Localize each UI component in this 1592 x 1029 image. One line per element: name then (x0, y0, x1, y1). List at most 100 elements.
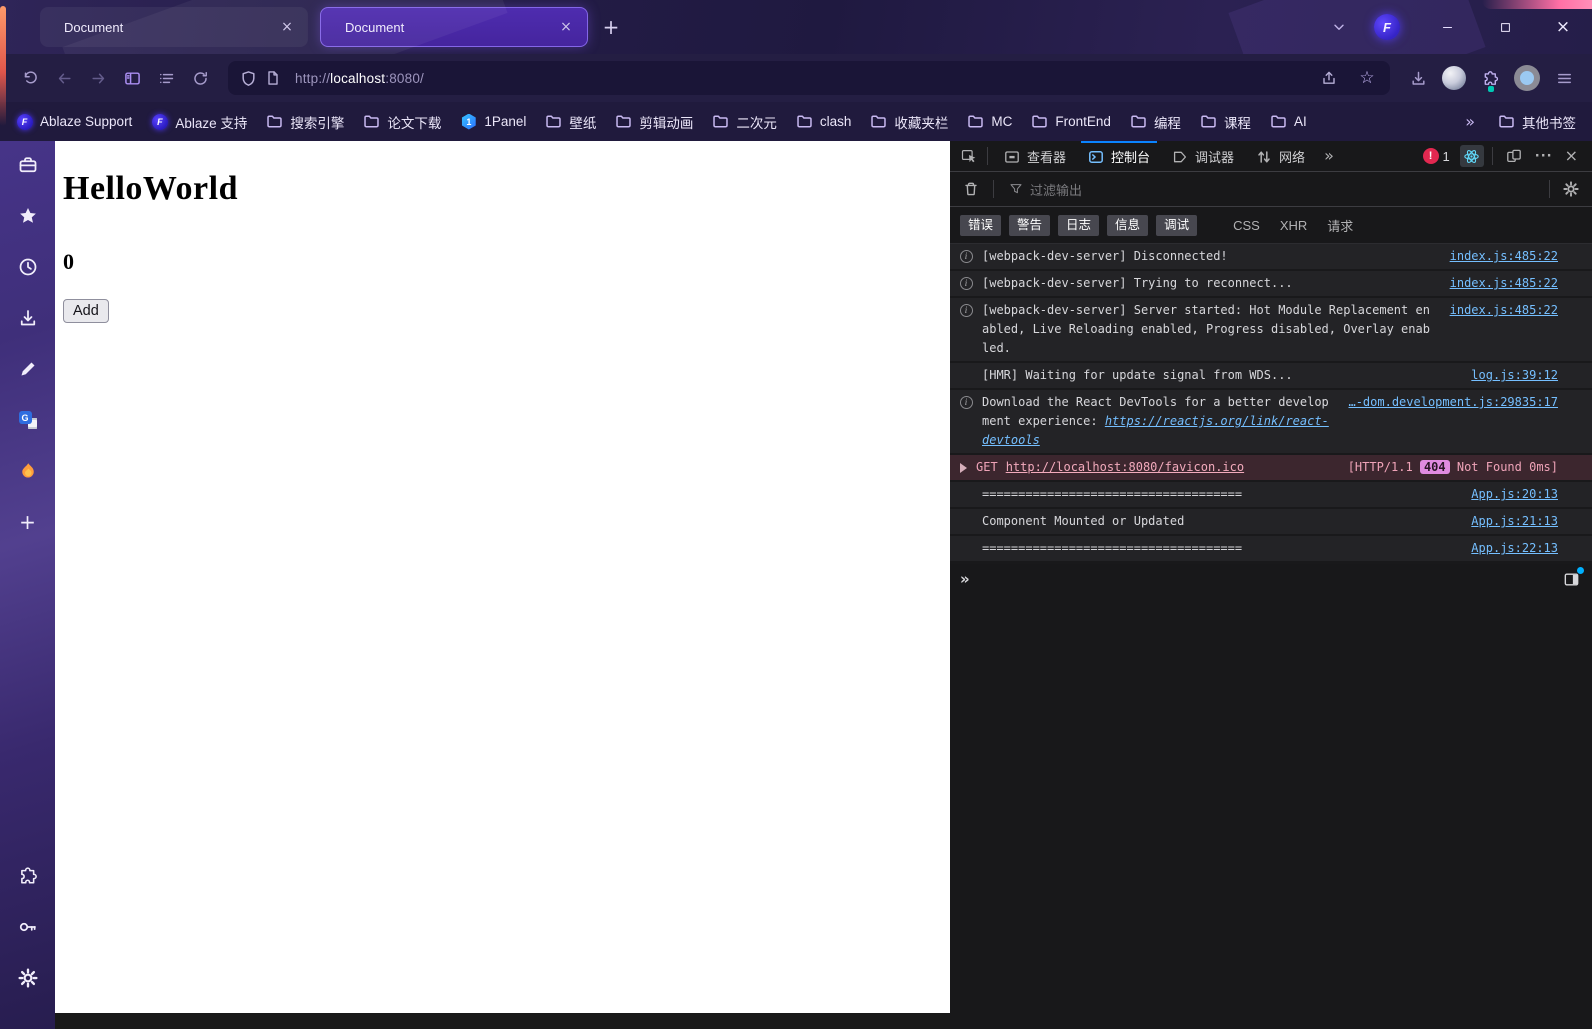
source-location-link[interactable]: index.js:485:22 (1450, 301, 1558, 320)
tab-close-icon[interactable]: × (276, 16, 298, 38)
source-location-link[interactable]: index.js:485:22 (1450, 247, 1558, 266)
reload-button[interactable] (184, 62, 216, 94)
source-location-link[interactable]: index.js:485:22 (1450, 274, 1558, 293)
bookmark-item[interactable]: 11Panel (460, 113, 526, 130)
url-bar[interactable]: http://localhost:8080/ ☆ (228, 61, 1390, 95)
console-settings-gear-icon[interactable] (1558, 177, 1584, 201)
bookmark-item[interactable]: FAblaze 支持 (151, 112, 247, 132)
bookmark-item[interactable]: FrontEnd (1031, 113, 1111, 130)
bookmark-item[interactable]: 搜索引擎 (266, 112, 344, 132)
filter-plain[interactable]: CSS (1227, 215, 1266, 236)
add-button[interactable]: Add (63, 299, 109, 323)
react-devtools-icon[interactable] (1460, 145, 1484, 167)
console-log-row[interactable]: ====================================App.… (950, 536, 1592, 563)
network-url-link[interactable]: http://localhost:8080/favicon.ico (1006, 460, 1244, 474)
bookmark-item[interactable]: 壁纸 (545, 112, 596, 132)
back-button[interactable] (48, 62, 80, 94)
browser-tab[interactable]: Document× (40, 7, 308, 47)
source-location-link[interactable]: …-dom.development.js:29835:17 (1348, 393, 1558, 412)
clear-console-trash-icon[interactable] (958, 177, 984, 201)
bookmark-item[interactable]: clash (796, 113, 852, 130)
console-input-row[interactable]: » (950, 564, 1592, 594)
console-info-row[interactable]: i[webpack-dev-server] Trying to reconnec… (950, 271, 1592, 298)
console-info-row[interactable]: i[webpack-dev-server] Server started: Ho… (950, 298, 1592, 363)
sidebar-plus-icon[interactable]: + (14, 508, 42, 536)
filter-pill[interactable]: 信息 (1107, 215, 1148, 236)
devtools-close-icon[interactable]: × (1561, 148, 1586, 164)
source-location-link[interactable]: log.js:39:12 (1471, 366, 1558, 385)
filter-pill[interactable]: 警告 (1009, 215, 1050, 236)
app-menu-icon[interactable] (1548, 62, 1580, 94)
devtools-menu-icon[interactable]: ··· (1527, 150, 1561, 163)
maximize-button[interactable] (1476, 0, 1534, 54)
downloads-icon[interactable] (1402, 62, 1434, 94)
filter-pill[interactable]: 日志 (1058, 215, 1099, 236)
source-location-link[interactable]: App.js:22:13 (1471, 539, 1558, 558)
bookmark-item[interactable]: MC (967, 113, 1012, 130)
bookmark-item[interactable]: 编程 (1130, 112, 1181, 132)
source-location-link[interactable]: App.js:21:13 (1471, 512, 1558, 531)
more-tabs-chevron[interactable]: » (1316, 148, 1342, 164)
new-tab-button[interactable]: + (596, 12, 626, 42)
console-log-row[interactable]: [HMR] Waiting for update signal from WDS… (950, 363, 1592, 390)
share-icon[interactable] (1314, 64, 1344, 92)
sidebar-toolbox-icon[interactable] (14, 151, 42, 179)
source-location-link[interactable]: App.js:20:13 (1471, 485, 1558, 504)
sidebar-flame-icon[interactable] (14, 457, 42, 485)
sidebar-toggle-icon[interactable] (116, 62, 148, 94)
expand-triangle-icon[interactable] (960, 463, 967, 473)
devtools-tab-network[interactable]: 网络 (1245, 141, 1316, 172)
bookmark-item[interactable]: FAblaze Support (16, 113, 132, 130)
minimize-button[interactable] (1418, 0, 1476, 54)
filter-output-input[interactable]: 过滤输出 (1003, 180, 1540, 199)
console-log-row[interactable]: Component Mounted or UpdatedApp.js:21:13 (950, 509, 1592, 536)
split-console-icon[interactable] (1560, 569, 1582, 589)
console-info-row[interactable]: iDownload the React DevTools for a bette… (950, 390, 1592, 455)
sidebar-translate-icon[interactable]: G (14, 406, 42, 434)
bookmark-item[interactable]: 课程 (1200, 112, 1251, 132)
account-icon[interactable] (1514, 65, 1540, 91)
bookmark-item[interactable]: 论文下载 (363, 112, 441, 132)
bookmark-item[interactable]: 收藏夹栏 (870, 112, 948, 132)
tab-list-chevron-icon[interactable] (1322, 12, 1356, 42)
bookmark-other[interactable]: 其他书签 (1498, 112, 1576, 132)
filter-plain[interactable]: XHR (1274, 215, 1313, 236)
bookmark-item[interactable]: 二次元 (712, 112, 777, 132)
extensions-puzzle-icon[interactable] (1474, 62, 1506, 94)
profile-avatar[interactable] (1442, 66, 1466, 90)
devtools-tab-inspector[interactable]: 查看器 (993, 141, 1077, 172)
bookmark-star-icon[interactable]: ☆ (1352, 64, 1382, 92)
tab-close-icon[interactable]: × (555, 16, 577, 38)
console-network-error-row[interactable]: GEThttp://localhost:8080/favicon.ico[HTT… (950, 455, 1592, 482)
console-info-row[interactable]: i[webpack-dev-server] Disconnected!index… (950, 244, 1592, 271)
browser-tab[interactable]: Document× (320, 7, 588, 47)
bookmark-item[interactable]: AI (1270, 113, 1307, 130)
filter-pill[interactable]: 错误 (960, 215, 1001, 236)
pick-element-icon[interactable] (956, 144, 982, 168)
filter-pill[interactable]: 调试 (1156, 215, 1197, 236)
url-text[interactable]: http://localhost:8080/ (295, 71, 424, 86)
responsive-design-icon[interactable] (1501, 144, 1527, 168)
forward-button[interactable] (82, 62, 114, 94)
sidebar-key-icon[interactable] (14, 913, 42, 941)
sidebar-puzzle-icon[interactable] (14, 862, 42, 890)
devtools-tab-debugger[interactable]: 调试器 (1161, 141, 1245, 172)
reading-list-icon[interactable] (150, 62, 182, 94)
close-window-button[interactable]: × (1534, 0, 1592, 54)
bookmarks-overflow-chevron[interactable]: » (1461, 114, 1479, 130)
ablaze-logo-icon[interactable]: F (1374, 14, 1400, 40)
console-empty-area[interactable] (950, 594, 1592, 1029)
sidebar-download-tray-icon[interactable] (14, 304, 42, 332)
filter-plain[interactable]: 请求 (1321, 213, 1359, 238)
sidebar-gear-icon[interactable] (14, 964, 42, 992)
shield-icon[interactable] (240, 70, 257, 87)
error-count-badge[interactable]: ! 1 (1423, 148, 1450, 164)
bookmark-item[interactable]: 剪辑动画 (615, 112, 693, 132)
page-info-icon[interactable] (265, 70, 281, 86)
undo-icon[interactable] (14, 62, 46, 94)
sidebar-star-filled-icon[interactable] (14, 202, 42, 230)
devtools-tab-console[interactable]: 控制台 (1077, 141, 1161, 172)
console-log-row[interactable]: ====================================App.… (950, 482, 1592, 509)
sidebar-history-icon[interactable] (14, 253, 42, 281)
sidebar-pencil-icon[interactable] (14, 355, 42, 383)
